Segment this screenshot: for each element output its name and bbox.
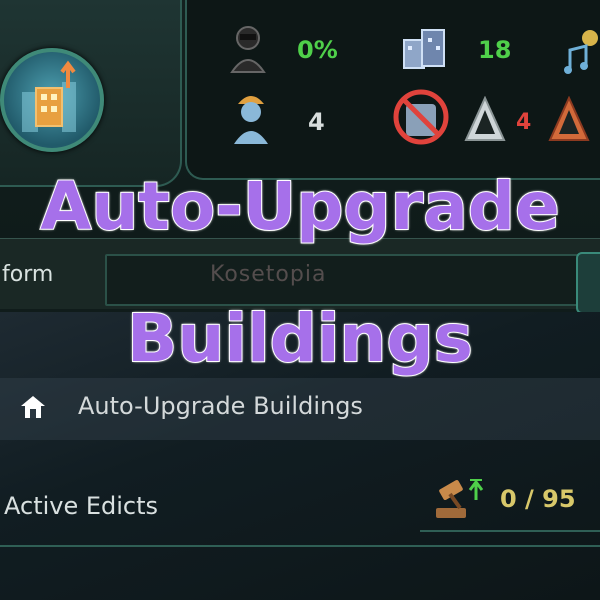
overlay-title-line1: Auto-Upgrade [39,167,561,246]
gavel-upgrade-icon [436,479,484,518]
pyramid-red-icon [548,96,590,141]
no-crime-icon [393,89,449,145]
music-note-icon [564,30,598,74]
house-icon [21,396,45,418]
divider [420,530,600,532]
city-portrait-button[interactable] [0,48,104,152]
divider [0,545,600,547]
edicts-count: 0 / 95 [500,485,576,513]
planet-name-bar[interactable] [105,254,579,306]
overlay-title-line2: Buildings [126,299,474,378]
housing-blocks-icon [403,29,445,69]
person-silhouette-icon [230,26,266,73]
workers-value: 4 [308,108,325,136]
unemployment-value: 0% [297,36,338,64]
section-label: form [2,262,54,287]
pyramid-icon [464,96,506,141]
city-buildings-icon [22,60,76,132]
strata-value: 4 [516,110,532,135]
housing-value: 18 [478,36,512,64]
worker-helmet-icon [234,96,268,144]
active-edicts-label: Active Edicts [4,492,159,520]
auto-upgrade-label: Auto-Upgrade Buildings [78,392,363,420]
planet-name: Kosetopia [210,262,327,287]
